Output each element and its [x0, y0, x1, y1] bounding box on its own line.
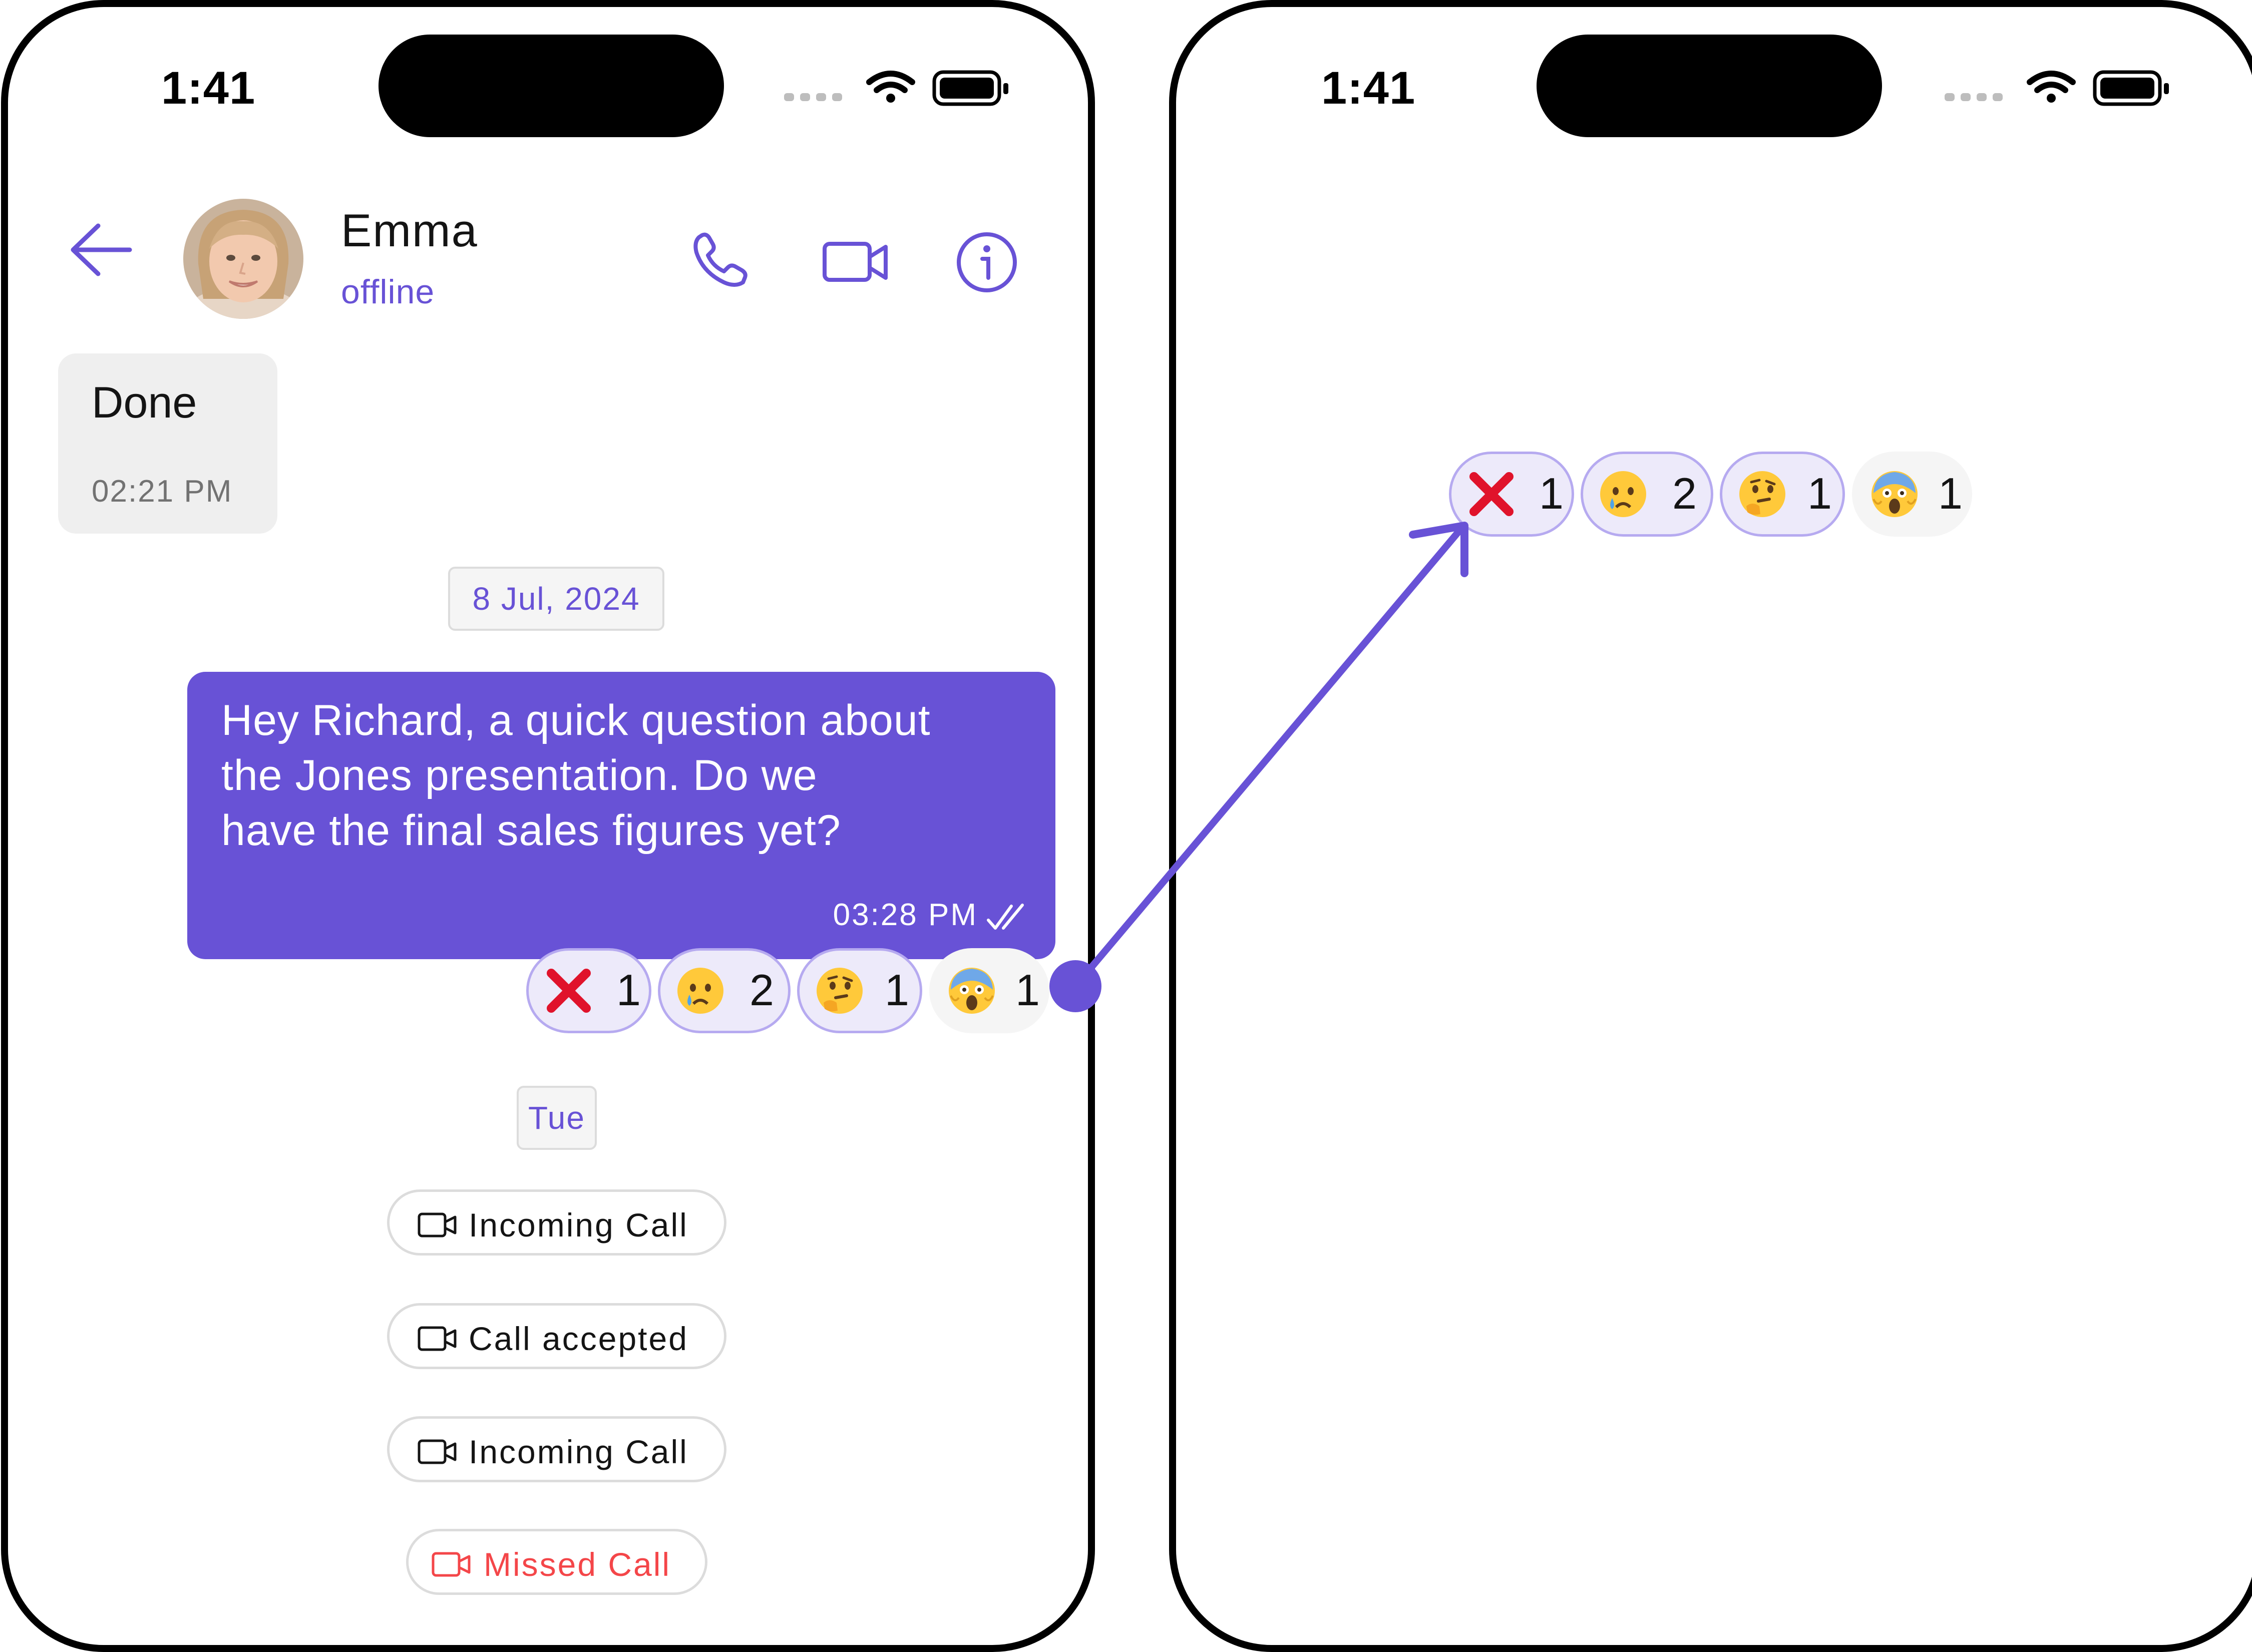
reaction-chip[interactable]: 1 [526, 948, 651, 1033]
avatar[interactable] [183, 199, 303, 319]
reaction-chip[interactable]: 1 [929, 948, 1049, 1033]
reaction-chip[interactable]: 1 [1720, 452, 1845, 537]
thinking-face-icon [1739, 471, 1785, 517]
wifi-icon [866, 71, 915, 93]
message-text: Done [92, 377, 197, 427]
screaming-face-icon [949, 968, 995, 1014]
call-log-chip[interactable]: Incoming Call [387, 1416, 726, 1482]
reaction-chip[interactable]: 2 [658, 948, 791, 1033]
battery-icon [2093, 70, 2169, 106]
reaction-chip[interactable]: 1 [797, 948, 922, 1033]
contact-status: offline [341, 273, 435, 311]
video-call-icon [418, 1439, 457, 1464]
status-bar-icons [1945, 70, 2169, 106]
dynamic-island [1537, 35, 1882, 137]
status-time: 1:41 [1321, 63, 1416, 114]
incoming-message-bubble[interactable]: Done 02:21 PM [58, 353, 277, 534]
message-timestamp: 02:21 PM [92, 474, 233, 509]
reaction-chip[interactable]: 2 [1581, 452, 1713, 537]
signal-icon [784, 93, 842, 101]
cross-mark-icon [1469, 472, 1514, 516]
message-text: Hey Richard, a quick question about the … [221, 696, 931, 855]
missed-video-call-icon [432, 1552, 471, 1577]
crying-face-icon [677, 968, 723, 1014]
call-log-chip[interactable]: Call accepted [387, 1303, 726, 1369]
reaction-chip[interactable]: 1 [1852, 452, 1972, 537]
call-log-chip[interactable]: Incoming Call [387, 1189, 726, 1256]
cross-mark-icon [547, 969, 591, 1013]
outgoing-message-bubble[interactable]: Hey Richard, a quick question about the … [187, 672, 1055, 959]
phone-icon[interactable] [689, 227, 754, 292]
status-time: 1:41 [161, 63, 256, 114]
status-bar-icons [784, 70, 1008, 106]
video-call-icon [418, 1212, 457, 1237]
video-icon[interactable] [822, 240, 892, 285]
screaming-face-icon [1871, 471, 1918, 517]
call-log-chip-missed[interactable]: Missed Call [406, 1529, 707, 1595]
info-icon[interactable] [954, 230, 1019, 295]
contact-name: Emma [341, 205, 478, 256]
signal-icon [1945, 93, 2003, 101]
thinking-face-icon [817, 968, 863, 1014]
video-call-icon [418, 1326, 457, 1351]
reaction-chip[interactable]: 1 [1449, 452, 1574, 537]
phone-frame-chat: 1:41 Emma offline Done 02:21 PM 8 Jul, 2… [1, 0, 1095, 1652]
dynamic-island [379, 35, 724, 137]
date-separator: 8 Jul, 2024 [448, 567, 664, 631]
message-timestamp: 03:28 PM [833, 898, 978, 932]
crying-face-icon [1600, 471, 1646, 517]
phone-frame-reactions: 1:41 1 2 1 1 [1169, 0, 2252, 1652]
battery-icon [932, 70, 1008, 106]
date-separator: Tue [517, 1086, 597, 1150]
back-arrow-icon[interactable] [67, 220, 137, 280]
wifi-icon [2027, 71, 2076, 93]
read-receipt-icon [987, 904, 1024, 930]
